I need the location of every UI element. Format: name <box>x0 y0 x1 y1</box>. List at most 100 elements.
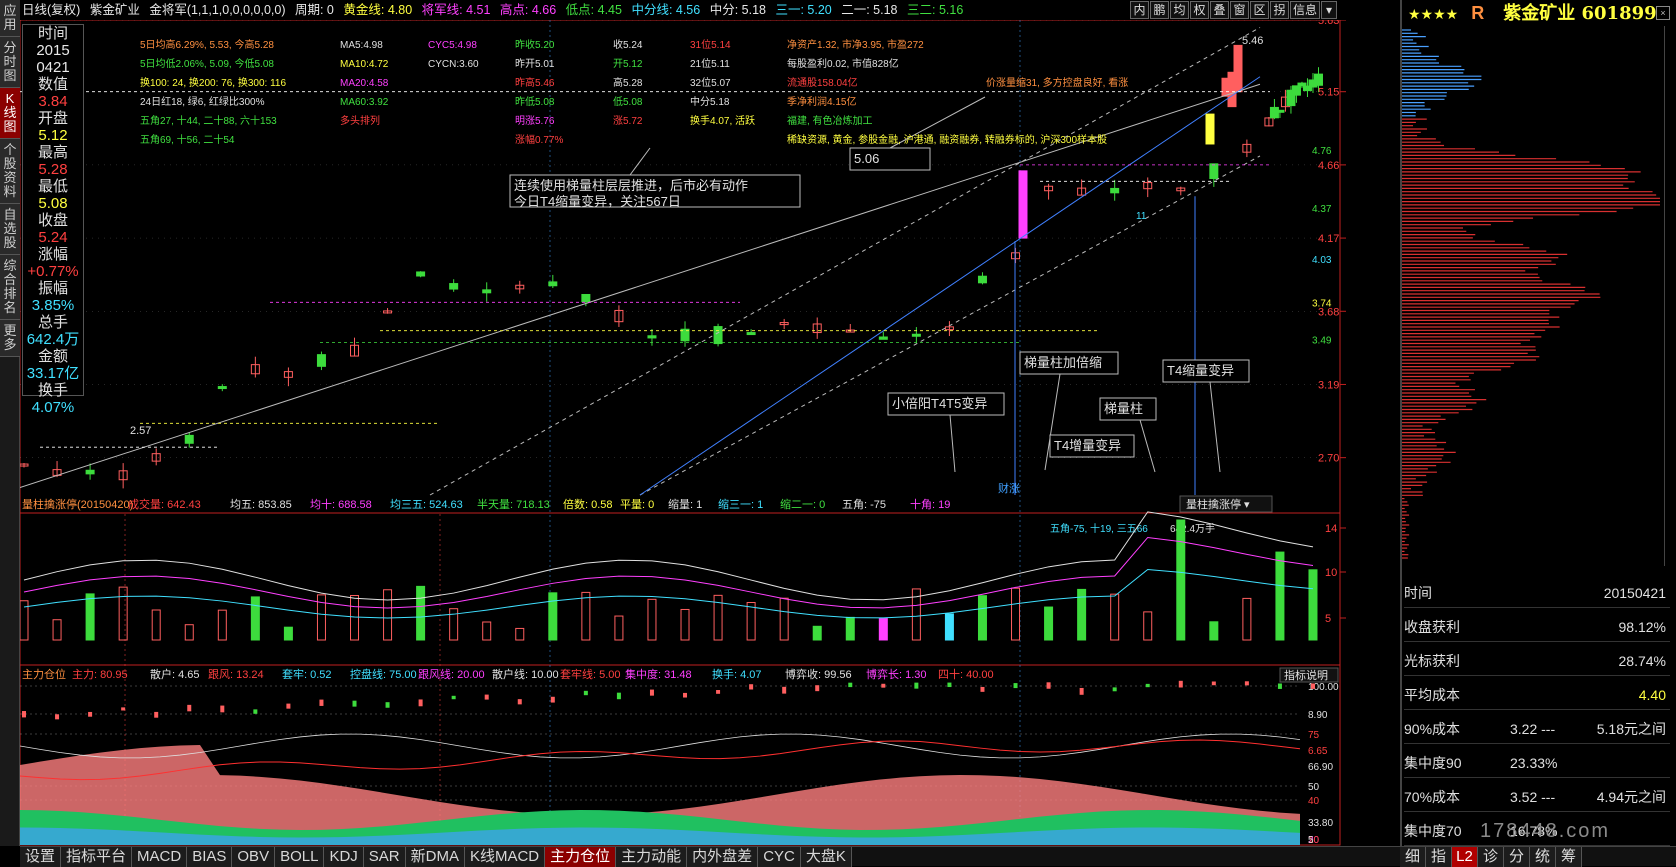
tab-inout-diff[interactable]: 内外盘差 <box>687 847 759 867</box>
cost-row-value: 4.40 <box>1638 687 1666 703</box>
panel-tab-diagnose[interactable]: 诊 <box>1478 847 1504 867</box>
volume-title-avg35: 均三五: 524.63 <box>390 498 463 511</box>
toolbar-button-window[interactable]: 窗 <box>1230 1 1249 19</box>
cost-row-label: 收盘获利 <box>1404 619 1460 635</box>
tab-indicator-platform[interactable]: 指标平台 <box>61 847 133 867</box>
left-tab-stock-info[interactable]: 个股资料 <box>0 139 20 204</box>
cost-row: 70%成本 3.52 --- 4.94元之间 <box>1404 782 1670 812</box>
volume-title-vol: 成交量: 642.43 <box>128 497 201 511</box>
tab-main-position[interactable]: 主力仓位 <box>545 847 617 867</box>
flow-axis-label: 6.65 <box>1308 746 1328 757</box>
volume-title-mult: 倍数: 0.58 <box>563 497 613 511</box>
panel-tab-split[interactable]: 分 <box>1504 847 1530 867</box>
info-time-year: 2015 <box>36 42 70 59</box>
tab-boll[interactable]: BOLL <box>275 847 325 867</box>
price-axis-label: 5.15 <box>1318 87 1339 99</box>
tab-main-momentum[interactable]: 主力动能 <box>616 847 688 867</box>
indicator-name[interactable]: 金将军(1,1,1,0,0,0,0,0,0) <box>149 3 285 17</box>
toolbar-button-rights[interactable]: 权 <box>1190 1 1209 19</box>
volume-bar <box>1044 606 1054 641</box>
toolbar-button-peng[interactable]: 鹏 <box>1150 1 1169 19</box>
info-low: 5.08 <box>38 195 68 212</box>
left-tab-more[interactable]: 更多 <box>0 320 20 357</box>
flow-axis-label: 50 <box>1308 782 1320 793</box>
panel-tab-chips[interactable]: 筹 <box>1556 847 1582 867</box>
tab-obv[interactable]: OBV <box>232 847 276 867</box>
volume-title-avg5: 均五: 853.85 <box>230 498 292 511</box>
candle-body <box>746 332 756 336</box>
stock-header: ★★★★ R 紫金矿业 601899 <box>1402 0 1676 26</box>
tab-kline-macd[interactable]: K线MACD <box>464 847 546 867</box>
flow-candle <box>451 695 456 700</box>
indicator-help-button[interactable]: 指标说明 <box>1284 668 1328 682</box>
tab-kdj[interactable]: KDJ <box>324 847 364 867</box>
chip-scrollbar[interactable] <box>1664 26 1676 566</box>
info-turnover: 4.07% <box>31 399 75 416</box>
flow-candle <box>1310 683 1315 689</box>
toolbar-button-overlay[interactable]: 叠 <box>1210 1 1229 19</box>
kline-chart[interactable]: 5.635.154.664.173.683.192.704.764.374.03… <box>20 20 1400 846</box>
stat-text: 流通股158.04亿 <box>787 76 858 89</box>
flow-candle <box>980 686 985 692</box>
volume-indicator-selector[interactable]: 量柱擒涨停 ▾ <box>1186 497 1250 511</box>
candle-body <box>878 336 888 340</box>
tab-cyc[interactable]: CYC <box>758 847 801 867</box>
flow-title-title: 主力仓位 <box>22 667 66 681</box>
info-amplitude: 3.85% <box>31 297 75 314</box>
callout-pointer <box>1139 419 1156 473</box>
candle-body <box>911 333 921 337</box>
info-value-label: 数值 <box>37 76 68 93</box>
tab-new-dma[interactable]: 新DMA <box>405 847 465 867</box>
volume-title-w10: 十角: 19 <box>910 497 950 511</box>
level-label: 3.49 <box>1312 336 1332 347</box>
tab-sar[interactable]: SAR <box>363 847 406 867</box>
info-low-label: 最低 <box>37 178 68 195</box>
toolbar-button-avg[interactable]: 均 <box>1170 1 1189 19</box>
cost-row-mid: 3.52 --- <box>1510 789 1556 805</box>
volume-bar <box>1242 597 1252 641</box>
toolbar-button-range[interactable]: 区 <box>1250 1 1269 19</box>
flow-title-trap_line: 套牢线: 5.00 <box>560 667 621 681</box>
stat-text: 换100: 24, 换200: 76, 换300: 116 <box>140 76 286 89</box>
tab-macd[interactable]: MACD <box>132 847 188 867</box>
flow-candle <box>220 705 225 713</box>
toolbar-button-info[interactable]: 信息 <box>1290 1 1320 19</box>
left-tab-kline[interactable]: K线图 <box>0 88 20 139</box>
tab-settings[interactable]: 设置 <box>20 847 62 867</box>
flow-candle <box>1145 683 1150 688</box>
flow-title-game_long: 博弈长: 1.30 <box>866 667 927 681</box>
volume-bar <box>1308 569 1318 641</box>
toolbar-button-turn[interactable]: 拐 <box>1270 1 1289 19</box>
info-change-label: 涨幅 <box>37 246 68 263</box>
flow-candle <box>319 699 324 706</box>
cost-row-value: 5.18元之间 <box>1596 721 1666 737</box>
flow-title-control: 控盘线: 75.00 <box>350 667 417 681</box>
callout-pointer <box>629 147 651 176</box>
left-tab-watchlist[interactable]: 自选股 <box>0 204 20 255</box>
panel-tab-l2[interactable]: L2 <box>1452 847 1478 867</box>
toolbar-dropdown-icon[interactable]: ▾ <box>1321 1 1337 19</box>
stat-text: 昨高5.46 <box>515 76 555 89</box>
left-tab-intraday[interactable]: 分时图 <box>0 37 20 88</box>
stat-text: MA60:3.92 <box>340 97 389 108</box>
panel-tab-detail[interactable]: 细 <box>1400 847 1426 867</box>
left-tab-ranking[interactable]: 综合排名 <box>0 255 20 320</box>
left-tab-apps[interactable]: 应用 <box>0 0 20 37</box>
cost-row-label: 集中度70 <box>1404 823 1462 839</box>
cost-row-label: 70%成本 <box>1404 789 1461 805</box>
tab-index-k[interactable]: 大盘K <box>800 847 852 867</box>
toolbar-button-nei[interactable]: 内 <box>1130 1 1149 19</box>
volume-bar <box>151 609 161 641</box>
stock-title: 紫金矿业 601899 <box>1503 3 1657 24</box>
panel-tab-stats[interactable]: 统 <box>1530 847 1556 867</box>
flow-candle <box>121 707 126 711</box>
stat-text: 24日红18, 绿6, 红绿比300% <box>140 95 265 108</box>
flow-candle <box>154 711 159 718</box>
chart-type-label[interactable]: 日线(复权) <box>22 3 80 17</box>
tab-bias[interactable]: BIAS <box>187 847 233 867</box>
volume-bar <box>250 596 260 641</box>
callout-pointer <box>1209 381 1221 473</box>
panel-tab-index[interactable]: 指 <box>1426 847 1452 867</box>
info-time-day: 0421 <box>36 59 70 76</box>
panel-close-icon[interactable]: × <box>1656 6 1670 20</box>
